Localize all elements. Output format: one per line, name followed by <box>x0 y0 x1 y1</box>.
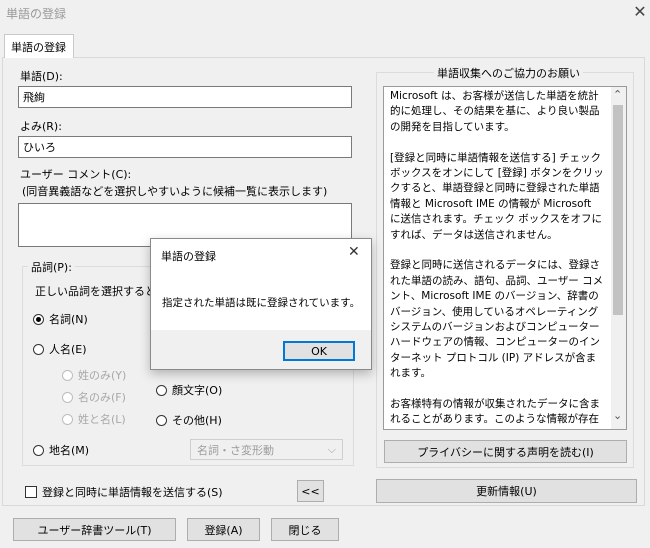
info-text: Microsoft は、お客様が送信した単語を統計的に処理し、その結果を基に、よ… <box>390 89 605 427</box>
info-paragraph-1: Microsoft は、お客様が送信した単語を統計的に処理し、その結果を基に、よ… <box>390 90 600 133</box>
radio-person[interactable]: 人名(E) <box>33 341 87 357</box>
radio-given[interactable]: 名のみ(F) <box>62 389 126 405</box>
radio-emoticon[interactable]: 顔文字(O) <box>156 382 222 398</box>
info-textbox[interactable]: Microsoft は、お客様が送信した単語を統計的に処理し、その結果を基に、よ… <box>383 86 627 430</box>
info-group-label: 単語収集へのご協力のお願い <box>434 65 583 81</box>
scroll-down-icon[interactable]: ⌄ <box>613 409 622 422</box>
word-input[interactable]: 飛絢 <box>18 86 352 108</box>
info-paragraph-4: お客様特有の情報が収集されたデータに含まれることがあります。このような情報が存在… <box>390 398 600 426</box>
tab-word-registration[interactable]: 単語の登録 <box>4 34 74 58</box>
register-button[interactable]: 登録(A) <box>187 518 260 541</box>
pos-instruction: 正しい品詞を選択すると <box>35 285 156 298</box>
info-paragraph-3: 登録と同時に送信されるデータには、登録された単語の読み、語句、品詞、ユーザー コ… <box>390 259 604 380</box>
pos-subtype-value: 名詞・さ変形動 <box>197 443 274 457</box>
radio-emoticon-label: 顔文字(O) <box>172 384 223 397</box>
radio-person-label: 人名(E) <box>49 343 87 356</box>
dialog-ok-button[interactable]: OK <box>283 341 355 361</box>
word-label: 単語(D): <box>20 70 63 83</box>
window-close-icon[interactable]: ✕ <box>632 2 648 21</box>
collapse-button[interactable]: << <box>297 480 324 502</box>
radio-fullname-dot <box>62 413 73 425</box>
close-button[interactable]: 閉じる <box>271 518 339 541</box>
dialog-footer: OK <box>151 330 371 369</box>
send-info-checkbox-box <box>25 486 37 498</box>
dialog-close-icon[interactable]: ✕ <box>348 244 360 260</box>
user-dictionary-tool-button[interactable]: ユーザー辞書ツール(T) <box>13 518 176 541</box>
radio-noun-label: 名詞(N) <box>49 313 88 326</box>
radio-person-dot <box>33 343 44 355</box>
radio-fullname-label: 姓と名(L) <box>78 413 126 426</box>
reading-input[interactable]: ひいろ <box>18 136 352 158</box>
reading-label: よみ(R): <box>20 120 62 133</box>
update-info-button[interactable]: 更新情報(U) <box>376 479 637 503</box>
radio-fullname[interactable]: 姓と名(L) <box>62 411 126 427</box>
radio-given-label: 名のみ(F) <box>78 391 126 404</box>
radio-given-dot <box>62 391 73 403</box>
scroll-up-icon[interactable]: ⌃ <box>613 88 622 101</box>
radio-noun-dot <box>33 313 44 325</box>
send-info-checkbox[interactable]: 登録と同時に単語情報を送信する(S) <box>25 484 223 500</box>
comment-label: ユーザー コメント(C): <box>20 168 132 181</box>
send-info-checkbox-label: 登録と同時に単語情報を送信する(S) <box>42 486 223 499</box>
radio-place-dot <box>33 444 44 456</box>
comment-hint: (同音異義語などを選択しやすいように候補一覧に表示します) <box>22 185 328 198</box>
info-scrollbar[interactable]: ⌃ ⌄ <box>611 87 626 429</box>
chevron-down-icon: ⌵ <box>327 442 336 456</box>
radio-noun[interactable]: 名詞(N) <box>33 311 88 327</box>
radio-other-dot <box>156 414 167 426</box>
dialog-title: 単語の登録 <box>161 250 216 263</box>
radio-place-label: 地名(M) <box>49 444 90 457</box>
radio-other[interactable]: その他(H) <box>156 412 222 428</box>
scroll-thumb[interactable] <box>613 105 623 315</box>
radio-other-label: その他(H) <box>172 414 222 427</box>
radio-surname-dot <box>62 369 73 381</box>
radio-place[interactable]: 地名(M) <box>33 442 89 458</box>
dialog-message: 指定された単語は既に登録されています。 <box>162 297 361 309</box>
pos-group-label: 品詞(P): <box>28 259 75 275</box>
duplicate-word-dialog: 単語の登録 ✕ 指定された単語は既に登録されています。 OK <box>150 238 372 370</box>
privacy-statement-button[interactable]: プライバシーに関する声明を読む(I) <box>384 440 627 463</box>
radio-surname-label: 姓のみ(Y) <box>78 369 127 382</box>
pos-subtype-select[interactable]: 名詞・さ変形動 ⌵ <box>190 439 343 460</box>
radio-emoticon-dot <box>156 384 167 396</box>
window-title: 単語の登録 <box>6 7 67 21</box>
info-paragraph-2: [登録と同時に単語情報を送信する] チェック ボックスをオンにして [登録] ボ… <box>390 151 604 241</box>
radio-surname[interactable]: 姓のみ(Y) <box>62 367 126 383</box>
